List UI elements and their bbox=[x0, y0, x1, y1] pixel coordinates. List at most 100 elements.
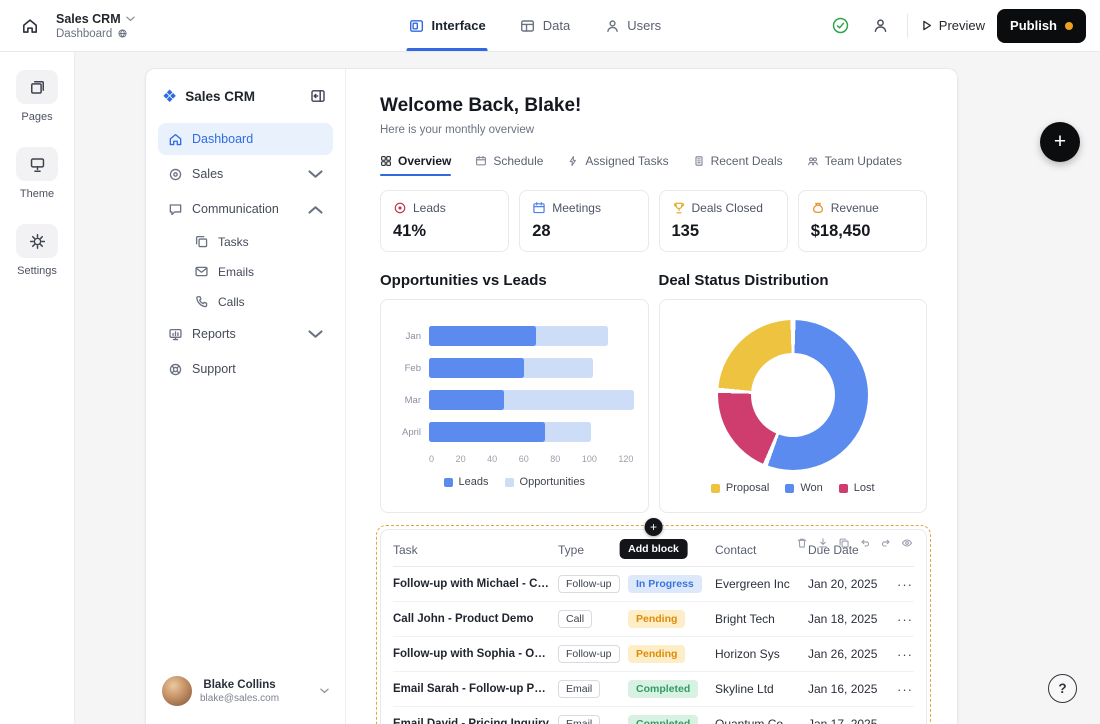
row-actions-button[interactable]: ··· bbox=[893, 717, 917, 724]
legend-swatch-won bbox=[785, 484, 794, 493]
app-main: Welcome Back, Blake! Here is your monthl… bbox=[346, 69, 957, 724]
bar-chart-title: Opportunities vs Leads bbox=[380, 272, 649, 289]
table-row[interactable]: Email Sarah - Follow-up Propo…EmailCompl… bbox=[393, 672, 914, 707]
app-name: Sales CRM bbox=[56, 12, 121, 26]
row-actions-button[interactable]: ··· bbox=[893, 612, 917, 627]
bar-chart-xaxis: 020406080100120 bbox=[429, 454, 634, 464]
sales-icon bbox=[168, 167, 183, 182]
sidebar-item-reports[interactable]: Reports bbox=[158, 318, 333, 350]
stat-card-deals-closed[interactable]: Deals Closed 135 bbox=[659, 190, 788, 252]
home-button[interactable] bbox=[14, 10, 46, 42]
help-button[interactable]: ? bbox=[1048, 674, 1077, 703]
undo-block-button[interactable] bbox=[859, 537, 871, 549]
download-block-button[interactable] bbox=[817, 537, 829, 549]
donut-chart bbox=[718, 320, 868, 470]
donut-chart-card[interactable]: Proposal Won Lost bbox=[659, 299, 928, 513]
revenue-icon bbox=[811, 201, 825, 215]
stat-card-leads[interactable]: Leads 41% bbox=[380, 190, 509, 252]
tab-schedule[interactable]: Schedule bbox=[475, 154, 543, 176]
bar-chart-card[interactable]: JanFebMarApril 020406080100120 Leads Opp… bbox=[380, 299, 649, 513]
bar-chart-plot: JanFebMarApril bbox=[395, 326, 634, 442]
row-actions-button[interactable]: ··· bbox=[893, 647, 917, 662]
sidebar-item-emails[interactable]: Emails bbox=[158, 258, 333, 285]
mail-icon bbox=[194, 264, 209, 279]
add-element-fab[interactable]: + bbox=[1040, 122, 1080, 162]
task-cell: Email Sarah - Follow-up Propo… bbox=[393, 683, 558, 695]
bar-chart-section: Opportunities vs Leads JanFebMarApril 02… bbox=[380, 272, 649, 513]
contact-cell: Horizon Sys bbox=[715, 647, 808, 661]
tab-team-updates[interactable]: Team Updates bbox=[807, 154, 902, 176]
status-badge: Pending bbox=[628, 610, 685, 628]
table-row[interactable]: Call John - Product DemoCallPendingBrigh… bbox=[393, 602, 914, 637]
column-header-contact[interactable]: Contact bbox=[715, 543, 808, 557]
rail-item-theme[interactable]: Theme bbox=[16, 147, 58, 200]
task-cell: Follow-up with Sophia - Onboa… bbox=[393, 648, 558, 660]
column-header-type[interactable]: Type bbox=[558, 543, 628, 557]
account-button[interactable] bbox=[867, 12, 895, 40]
leads-icon bbox=[393, 201, 407, 215]
page-title: Welcome Back, Blake! bbox=[380, 95, 927, 117]
table-row[interactable]: Follow-up with Michael - Contr…Follow-up… bbox=[393, 567, 914, 602]
duplicate-icon bbox=[838, 537, 850, 549]
add-block-button[interactable]: + bbox=[644, 518, 662, 536]
bar-row: April bbox=[395, 422, 634, 442]
tab-data[interactable]: Data bbox=[520, 0, 570, 51]
user-menu[interactable]: Blake Collins blake@sales.com bbox=[158, 676, 333, 706]
visibility-block-button[interactable] bbox=[901, 537, 913, 549]
sidebar-item-support[interactable]: Support bbox=[158, 353, 333, 385]
redo-block-button[interactable] bbox=[880, 537, 892, 549]
type-chip: Follow-up bbox=[558, 645, 620, 663]
users-icon bbox=[604, 18, 620, 34]
chat-icon bbox=[168, 202, 183, 217]
account-icon bbox=[872, 17, 889, 34]
building-icon bbox=[693, 155, 705, 167]
reports-icon bbox=[168, 327, 183, 342]
play-icon bbox=[920, 19, 933, 32]
tasks-table-block[interactable]: + Add block Task Type bbox=[380, 529, 927, 724]
sidebar-item-tasks[interactable]: Tasks bbox=[158, 228, 333, 255]
tab-recent-deals[interactable]: Recent Deals bbox=[693, 154, 783, 176]
tab-assigned-tasks[interactable]: Assigned Tasks bbox=[567, 154, 668, 176]
zap-icon bbox=[567, 155, 579, 167]
support-icon bbox=[168, 362, 183, 377]
collapse-sidebar-button[interactable] bbox=[307, 85, 329, 107]
preview-button[interactable]: Preview bbox=[920, 18, 985, 33]
due-date-cell: Jan 26, 2025 bbox=[808, 647, 893, 661]
tab-overview[interactable]: Overview bbox=[380, 154, 451, 176]
row-actions-button[interactable]: ··· bbox=[893, 682, 917, 697]
undo-arrow-icon bbox=[859, 537, 871, 549]
stat-card-meetings[interactable]: Meetings 28 bbox=[519, 190, 648, 252]
theme-icon bbox=[29, 156, 46, 173]
status-badge: Completed bbox=[628, 680, 698, 698]
due-date-cell: Jan 16, 2025 bbox=[808, 682, 893, 696]
row-actions-button[interactable]: ··· bbox=[893, 577, 917, 592]
tab-users[interactable]: Users bbox=[604, 0, 661, 51]
app-sidebar: ❖ Sales CRM Dashboard Sales bbox=[146, 69, 346, 724]
sidebar-item-calls[interactable]: Calls bbox=[158, 288, 333, 315]
stat-card-revenue[interactable]: Revenue $18,450 bbox=[798, 190, 927, 252]
rail-item-settings[interactable]: Settings bbox=[16, 224, 58, 277]
sidebar-item-dashboard[interactable]: Dashboard bbox=[158, 123, 333, 155]
publish-status-dot bbox=[1065, 22, 1073, 30]
rail-item-pages[interactable]: Pages bbox=[16, 70, 58, 123]
donut-chart-title: Deal Status Distribution bbox=[659, 272, 928, 289]
donut-chart-legend: Proposal Won Lost bbox=[711, 482, 875, 494]
sidebar-item-sales[interactable]: Sales bbox=[158, 158, 333, 190]
collapse-panel-icon bbox=[310, 88, 326, 104]
due-date-cell: Jan 20, 2025 bbox=[808, 577, 893, 591]
tab-interface[interactable]: Interface bbox=[409, 0, 486, 51]
delete-block-button[interactable] bbox=[796, 537, 808, 549]
eye-icon bbox=[901, 537, 913, 549]
duplicate-block-button[interactable] bbox=[838, 537, 850, 549]
table-row[interactable]: Follow-up with Sophia - Onboa…Follow-upP… bbox=[393, 637, 914, 672]
type-chip: Email bbox=[558, 715, 600, 724]
data-icon bbox=[520, 18, 536, 34]
checks-button[interactable] bbox=[827, 12, 855, 40]
task-cell: Follow-up with Michael - Contr… bbox=[393, 578, 558, 590]
chevron-down-icon[interactable] bbox=[126, 16, 135, 22]
publish-button[interactable]: Publish bbox=[997, 9, 1086, 43]
table-row[interactable]: Email David - Pricing InquiryEmailComple… bbox=[393, 707, 914, 724]
sidebar-item-communication[interactable]: Communication bbox=[158, 193, 333, 225]
grid-icon bbox=[380, 155, 392, 167]
column-header-task[interactable]: Task bbox=[393, 543, 558, 557]
